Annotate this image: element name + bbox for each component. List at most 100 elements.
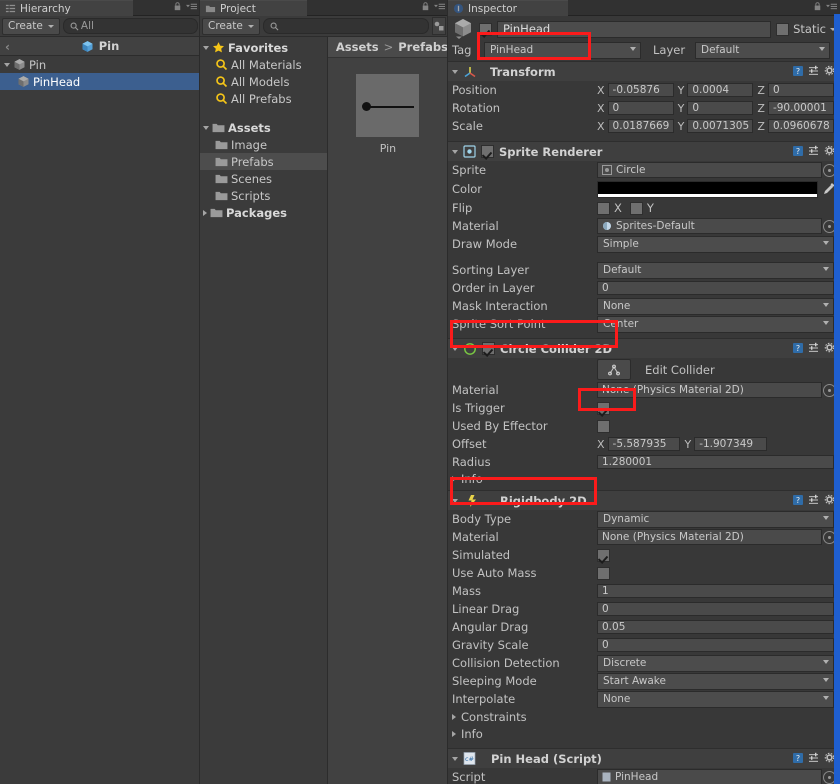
- help-icon[interactable]: ?: [792, 65, 804, 77]
- expand-arrow-icon[interactable]: [452, 346, 458, 351]
- project-item-packages[interactable]: Packages: [200, 204, 327, 221]
- circle-collider-enabled-checkbox[interactable]: [482, 342, 495, 355]
- help-icon[interactable]: ?: [792, 342, 804, 354]
- interpolate-dropdown[interactable]: None: [597, 690, 834, 708]
- position-x-field[interactable]: -0.05876: [607, 83, 674, 97]
- color-swatch[interactable]: [597, 180, 818, 198]
- panel-menu-icon[interactable]: [434, 1, 445, 12]
- preset-icon[interactable]: [808, 65, 820, 77]
- tag-dropdown[interactable]: PinHead: [484, 41, 641, 59]
- lock-icon[interactable]: [420, 1, 431, 12]
- breadcrumb-prefabs[interactable]: Prefabs: [398, 40, 448, 54]
- preset-icon[interactable]: [808, 752, 820, 764]
- expand-arrow-icon[interactable]: [203, 125, 209, 130]
- order-in-layer-field[interactable]: 0: [597, 281, 834, 295]
- component-header-transform[interactable]: Transform ?: [448, 61, 840, 81]
- help-icon[interactable]: ?: [792, 494, 804, 506]
- expand-arrow-icon[interactable]: [452, 149, 458, 154]
- is-trigger-checkbox[interactable]: [597, 401, 610, 415]
- scale-x-field[interactable]: 0.0187669: [607, 119, 674, 133]
- back-arrow-icon[interactable]: ‹: [5, 40, 10, 54]
- scale-y-field[interactable]: 0.0071305: [687, 119, 754, 133]
- preset-icon[interactable]: [808, 494, 820, 506]
- sleeping-mode-dropdown[interactable]: Start Awake: [597, 672, 834, 690]
- preset-icon[interactable]: [808, 342, 820, 354]
- collapse-arrow-icon[interactable]: [203, 209, 207, 216]
- sprite-object-field[interactable]: Circle: [597, 162, 822, 178]
- rotation-y-field[interactable]: 0: [687, 101, 754, 115]
- edit-collider-button[interactable]: [597, 359, 631, 380]
- constraints-row[interactable]: Constraints: [448, 708, 840, 725]
- body-type-dropdown[interactable]: Dynamic: [597, 510, 834, 528]
- use-auto-mass-checkbox[interactable]: [597, 566, 610, 580]
- lock-icon[interactable]: [172, 1, 183, 12]
- project-item-assets[interactable]: Assets: [200, 119, 327, 136]
- expand-arrow-icon[interactable]: [452, 498, 458, 503]
- hierarchy-item-pinhead[interactable]: PinHead: [0, 73, 200, 90]
- project-item-all-materials[interactable]: All Materials: [200, 56, 327, 73]
- help-icon[interactable]: ?: [792, 145, 804, 157]
- inspector-scrollbar-thumb[interactable]: [834, 14, 840, 784]
- panel-menu-icon[interactable]: [826, 1, 837, 12]
- expand-arrow-icon[interactable]: [452, 756, 458, 761]
- project-item-favorites[interactable]: Favorites: [200, 39, 327, 56]
- project-item-prefabs[interactable]: Prefabs: [200, 153, 327, 170]
- project-item-all-prefabs[interactable]: All Prefabs: [200, 90, 327, 107]
- collider-material-field[interactable]: None (Physics Material 2D): [597, 382, 822, 398]
- collider-info-row[interactable]: Info: [448, 471, 840, 486]
- project-item-all-models[interactable]: All Models: [200, 73, 327, 90]
- position-y-field[interactable]: 0.0004: [687, 83, 754, 97]
- position-z-field[interactable]: 0: [767, 83, 835, 97]
- collapse-arrow-icon[interactable]: [452, 475, 456, 482]
- collapse-arrow-icon[interactable]: [452, 730, 456, 737]
- angular-drag-field[interactable]: 0.05: [597, 620, 834, 634]
- collider-offset-x-field[interactable]: -5.587935: [607, 437, 681, 451]
- component-header-sprite-renderer[interactable]: Sprite Renderer ?: [448, 141, 840, 161]
- hierarchy-search-input[interactable]: All: [62, 18, 198, 34]
- used-by-effector-checkbox[interactable]: [597, 419, 610, 433]
- asset-thumbnail-pin[interactable]: [356, 74, 420, 137]
- component-header-rigidbody-2d[interactable]: Rigidbody 2D ?: [448, 490, 840, 510]
- rigidbody-info-row[interactable]: Info: [448, 725, 840, 742]
- project-search-input[interactable]: [262, 18, 429, 34]
- component-header-circle-collider-2d[interactable]: Circle Collider 2D ?: [448, 338, 840, 358]
- sprite-renderer-enabled-checkbox[interactable]: [481, 145, 494, 158]
- collider-radius-field[interactable]: 1.280001: [597, 455, 834, 469]
- component-header-pin-head-script[interactable]: c# Pin Head (Script) ?: [448, 748, 840, 768]
- expand-arrow-icon[interactable]: [4, 62, 10, 67]
- static-toggle[interactable]: Static: [776, 22, 836, 36]
- flip-y-checkbox[interactable]: [629, 201, 643, 215]
- static-checkbox[interactable]: [776, 22, 790, 36]
- expand-arrow-icon[interactable]: [452, 69, 458, 74]
- tab-hierarchy[interactable]: Hierarchy: [0, 0, 133, 16]
- simulated-checkbox[interactable]: [597, 548, 610, 562]
- lock-icon[interactable]: [812, 1, 823, 12]
- material-object-field[interactable]: Sprites-Default: [597, 218, 822, 234]
- collapse-arrow-icon[interactable]: [452, 713, 456, 720]
- collision-detection-dropdown[interactable]: Discrete: [597, 654, 834, 672]
- project-item-scenes[interactable]: Scenes: [200, 170, 327, 187]
- layer-dropdown[interactable]: Default: [695, 41, 830, 59]
- flip-x-checkbox[interactable]: [597, 201, 610, 215]
- mask-interaction-dropdown[interactable]: None: [597, 297, 834, 315]
- gameobject-active-checkbox[interactable]: [479, 22, 492, 36]
- hierarchy-item-pin[interactable]: Pin: [0, 56, 200, 73]
- sorting-layer-dropdown[interactable]: Default: [597, 261, 834, 279]
- tab-project[interactable]: Project: [200, 0, 307, 16]
- panel-menu-icon[interactable]: [186, 1, 197, 12]
- script-object-field[interactable]: PinHead: [597, 769, 822, 784]
- project-create-button[interactable]: Create: [202, 17, 260, 35]
- rigidbody-material-field[interactable]: None (Physics Material 2D): [597, 529, 822, 545]
- gravity-scale-field[interactable]: 0: [597, 638, 834, 652]
- mass-field[interactable]: 1: [597, 584, 834, 598]
- rotation-z-field[interactable]: -90.00001: [767, 101, 835, 115]
- tab-inspector[interactable]: Inspector: [448, 0, 568, 16]
- project-item-image[interactable]: Image: [200, 136, 327, 153]
- filter-by-type-button[interactable]: [431, 17, 446, 35]
- sprite-sort-point-dropdown[interactable]: Center: [597, 315, 834, 333]
- help-icon[interactable]: ?: [792, 752, 804, 764]
- rotation-x-field[interactable]: 0: [607, 101, 674, 115]
- hierarchy-create-button[interactable]: Create: [2, 17, 60, 35]
- gameobject-name-field[interactable]: PinHead: [497, 20, 772, 38]
- preset-icon[interactable]: [808, 145, 820, 157]
